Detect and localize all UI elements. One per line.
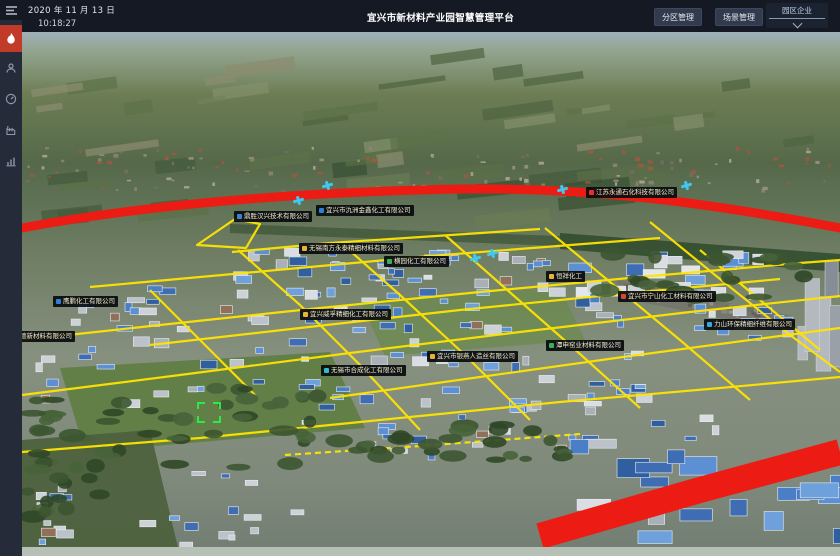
user-icon — [5, 62, 17, 74]
page-title: 宜兴市新材料产业园智慧管理平台 — [367, 10, 507, 24]
company-label-text: 潭申窑业材料有限公司 — [556, 342, 621, 349]
menu-toggle-button[interactable] — [0, 0, 22, 20]
company-label-text: 恒祥化工 — [556, 273, 582, 280]
sidebar-item-statistics[interactable] — [0, 150, 22, 172]
company-label-text: 无锡南方永泰精细材料有限公司 — [309, 245, 400, 252]
company-marker-icon — [303, 312, 308, 317]
company-label[interactable]: 无锡南方永泰精细材料有限公司 — [299, 243, 403, 254]
company-marker-icon — [237, 214, 242, 219]
sidebar-item-personnel[interactable] — [0, 57, 22, 79]
company-marker-icon — [549, 343, 554, 348]
company-label-text: 宜兴市银燕人造丝有限公司 — [437, 353, 515, 360]
company-label[interactable]: 潭申窑业材料有限公司 — [546, 340, 624, 351]
scene-management-button[interactable]: 场景管理 — [715, 8, 763, 26]
company-label[interactable]: 鹰鹏化工有限公司 — [53, 296, 118, 307]
company-marker-icon — [324, 368, 329, 373]
company-label-text: 鼎胜汉兴技术有限公司 — [244, 213, 309, 220]
company-label[interactable]: 江苏永通石化科技有限公司 — [586, 187, 677, 198]
current-time: 10:18:27 — [38, 19, 115, 29]
meter-icon — [5, 93, 17, 105]
sidebar — [0, 0, 22, 556]
flame-icon — [5, 32, 17, 45]
company-label[interactable]: 宜兴市宁山化工材料有限公司 — [618, 291, 716, 302]
hamburger-icon — [5, 5, 18, 16]
company-marker-icon — [319, 208, 324, 213]
company-marker-icon — [589, 190, 594, 195]
dropdown-label: 园区企业 — [782, 5, 812, 16]
sidebar-item-monitor[interactable] — [0, 88, 22, 110]
company-label-text: 宜兴威孚精细化工有限公司 — [310, 311, 388, 318]
bar-chart-icon — [5, 155, 17, 167]
top-header: 2020 年 11 月 13 日 10:18:27 宜兴市新材料产业园智慧管理平… — [0, 0, 840, 32]
company-marker-icon — [56, 299, 61, 304]
datetime-block: 2020 年 11 月 13 日 10:18:27 — [28, 4, 115, 29]
company-label[interactable]: 力山环保精细纤维有限公司 — [704, 319, 795, 330]
company-label[interactable]: 宜兴威孚精细化工有限公司 — [300, 309, 391, 320]
company-label-text: 江苏永通石化科技有限公司 — [596, 189, 674, 196]
company-label-text: 鹰鹏化工有限公司 — [63, 298, 115, 305]
company-label[interactable]: 无锡市合成化工有限公司 — [321, 365, 406, 376]
company-marker-icon — [707, 322, 712, 327]
company-label[interactable]: 鼎胜汉兴技术有限公司 — [234, 211, 312, 222]
company-label-text: 宜兴市宁山化工材料有限公司 — [628, 293, 713, 300]
sidebar-item-factory[interactable] — [0, 119, 22, 141]
company-marker-icon — [549, 274, 554, 279]
company-label-text: 力山环保精细纤维有限公司 — [714, 321, 792, 328]
park-enterprise-dropdown[interactable]: 园区企业 — [766, 3, 828, 28]
zone-management-button[interactable]: 分区管理 — [654, 8, 702, 26]
factory-icon — [5, 124, 17, 136]
company-label[interactable]: 宜兴市氿洲金鑫化工有限公司 — [316, 205, 414, 216]
company-label-text: 宜兴市氿洲金鑫化工有限公司 — [326, 207, 411, 214]
company-label[interactable]: 宜兴市银燕人造丝有限公司 — [427, 351, 518, 362]
map-3d-viewport[interactable] — [0, 0, 840, 556]
company-marker-icon — [430, 354, 435, 359]
company-label-text: 无锡市合成化工有限公司 — [331, 367, 403, 374]
chevron-down-icon — [792, 19, 802, 29]
company-label[interactable]: 横园化工有限公司 — [384, 256, 449, 267]
company-label[interactable]: 恒祥化工 — [546, 271, 585, 282]
app-window: 鼎胜汉兴技术有限公司 宜兴市氿洲金鑫化工有限公司无锡南方永泰精细材料有限公司横园化… — [0, 0, 840, 556]
company-marker-icon — [302, 246, 307, 251]
current-date: 2020 年 11 月 13 日 — [28, 4, 115, 16]
sidebar-item-fire[interactable] — [0, 25, 22, 52]
company-marker-icon — [387, 259, 392, 264]
company-label-text: 横园化工有限公司 — [394, 258, 446, 265]
company-marker-icon — [621, 294, 626, 299]
